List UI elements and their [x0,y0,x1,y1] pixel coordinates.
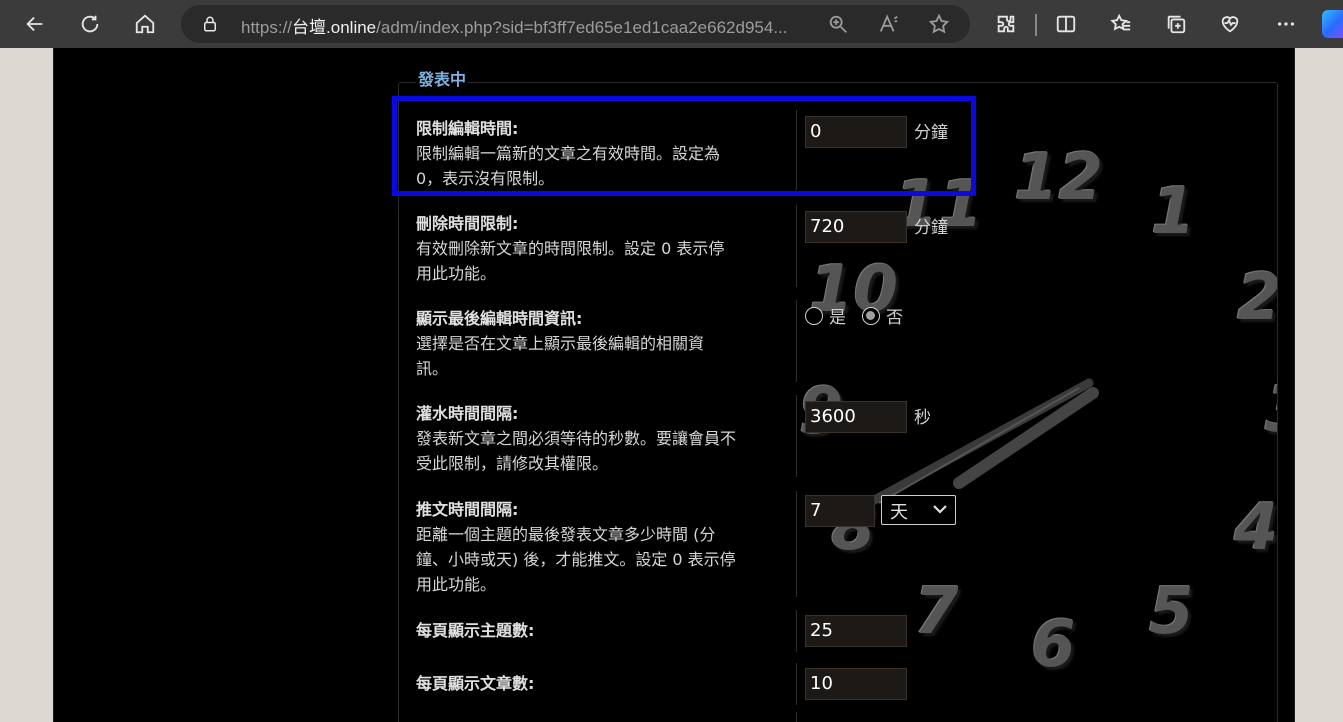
address-bar[interactable]: https://台壇.online/adm/index.php?sid=bf3f… [181,5,970,43]
refresh-button[interactable] [74,8,106,40]
setting-field: 7 天 [805,495,956,527]
column-divider [796,663,797,705]
setting-label: 推文時間間隔: 距離一個主題的最後發表文章多少時間 (分 鐘、小時或天) 後，才… [416,497,801,597]
browser-toolbar: https://台壇.online/adm/index.php?sid=bf3f… [0,0,1343,48]
lock-icon [204,16,216,32]
unit-label: 秒 [914,408,931,428]
clock-number-4: 4 [1234,491,1278,565]
clock-number-12: 12 [1014,141,1104,215]
posts-per-page-input[interactable]: 10 [805,668,907,700]
read-aloud-icon[interactable] [878,13,900,35]
toolbar-separator [1035,14,1037,36]
setting-description: 發表新文章之間必須等待的秒數。要讓會員不 [416,429,737,448]
extensions-button[interactable] [990,8,1022,40]
more-button[interactable] [1270,8,1302,40]
clock-number-3: 3 [1265,373,1277,447]
setting-field: 10 [805,668,907,700]
url-text: https://台壇.online/adm/index.php?sid=bf3f… [241,18,788,37]
puzzle-icon [997,15,1015,33]
clock-number-1: 1 [1151,175,1196,249]
arrow-left-icon [26,16,43,32]
radio-no[interactable] [862,306,880,325]
browser-essentials-button[interactable] [1214,8,1246,40]
heart-pulse-icon [1221,16,1239,33]
setting-field: 25 [805,615,907,647]
home-button[interactable] [129,8,161,40]
setting-description: 鐘、小時或天) 後，才能推文。設定 0 表示停 [416,550,736,569]
setting-title: 每頁顯示文章數: [416,674,535,693]
setting-title: 推文時間間隔: [416,500,519,519]
collections-icon [1167,15,1186,34]
setting-label: 灌水時間間隔: 發表新文章之間必須等待的秒數。要讓會員不 受此限制，請修改其權限… [416,401,796,476]
column-divider [796,610,797,652]
select-value: 天 [890,502,908,523]
radio-yes-label: 是 [829,308,846,328]
setting-description: 訊。 [416,359,449,378]
column-divider [796,395,797,477]
setting-description: 距離一個主題的最後發表文章多少時間 (分 [416,525,716,544]
zoom-icon[interactable] [827,13,849,35]
chevron-down-icon [933,505,947,514]
column-divider [796,491,797,597]
highlight-box [392,96,976,196]
setting-description: 受此限制，請修改其權限。 [416,454,609,473]
radio-no-label: 否 [886,308,903,328]
refresh-icon [81,15,99,33]
home-icon [135,14,155,34]
delete-time-input[interactable]: 720 [805,211,907,243]
favorites-button[interactable] [1105,8,1137,40]
clock-number-2: 2 [1237,261,1278,335]
topics-per-page-input[interactable]: 25 [805,615,907,647]
copilot-icon[interactable] [1322,10,1343,38]
setting-description: 用此功能。 [416,575,497,594]
split-screen-button[interactable] [1050,8,1082,40]
setting-label: 刪除時間限制: 有效刪除新文章的時間限制。設定 0 表示停 用此功能。 [416,211,796,286]
column-divider [796,300,797,382]
column-divider [796,205,797,287]
unit-label: 分鐘 [914,218,948,238]
star-icon[interactable] [928,13,950,35]
split-screen-icon [1056,15,1076,33]
setting-field: 3600 秒 [805,401,931,433]
clock-number-5: 5 [1149,575,1194,649]
setting-field: 720 分鐘 [805,211,948,243]
more-icon [1277,22,1295,26]
section-legend: 發表中 [416,66,469,90]
setting-label: 每頁顯示主題數: [416,618,796,643]
setting-title: 每頁顯示主題數: [416,621,535,640]
setting-description: 用此功能。 [416,264,497,283]
setting-description: 選擇是否在文章上顯示最後編輯的相關資 [416,334,705,353]
setting-field: 是否 [805,303,919,328]
setting-label: 顯示最後編輯時間資訊: 選擇是否在文章上顯示最後編輯的相關資 訊。 [416,306,796,381]
back-button[interactable] [19,8,51,40]
setting-label: 每頁顯示文章數: [416,671,796,696]
setting-title: 顯示最後編輯時間資訊: [416,309,583,328]
clock-number-7: 7 [914,575,959,649]
setting-title: 灌水時間間隔: [416,404,519,423]
flood-interval-input[interactable]: 3600 [805,401,907,433]
column-divider [796,712,797,722]
favorites-icon [1110,13,1131,31]
setting-description: 有效刪除新文章的時間限制。設定 0 表示停 [416,239,725,258]
collections-button[interactable] [1160,8,1192,40]
bump-interval-input[interactable]: 7 [805,495,875,527]
radio-yes[interactable] [805,306,823,325]
bump-unit-select[interactable]: 天 [881,495,956,525]
setting-title: 刪除時間限制: [416,214,519,233]
clock-number-6: 6 [1031,608,1076,682]
